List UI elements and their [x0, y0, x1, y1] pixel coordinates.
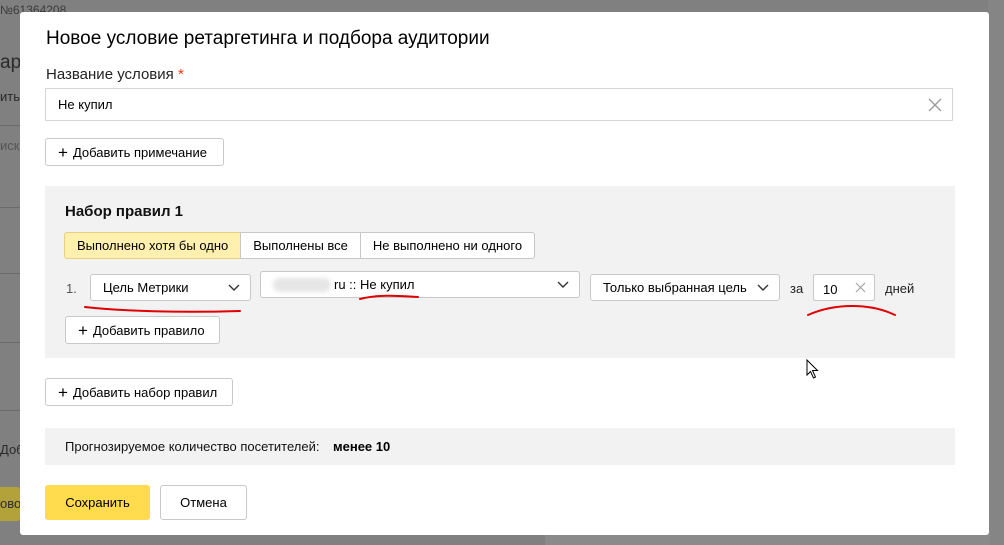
add-ruleset-button[interactable]: + Добавить набор правил [45, 378, 233, 406]
chevron-down-icon [557, 281, 569, 288]
goal-domain-suffix: ru :: [334, 277, 361, 292]
condition-name-label-text: Название условия [46, 66, 174, 83]
forecast-value: менее 10 [333, 439, 391, 454]
save-button[interactable]: Сохранить [45, 485, 150, 520]
forecast-label: Прогнозируемое количество посетителей: [65, 439, 320, 454]
audience-forecast: Прогнозируемое количество посетителей: м… [45, 428, 955, 465]
condition-name-input[interactable]: Не купил [45, 88, 953, 121]
add-ruleset-label: Добавить набор правил [72, 384, 218, 400]
add-note-button[interactable]: + Добавить примечание [45, 138, 224, 166]
chevron-down-icon [228, 284, 240, 291]
mode-tab-none[interactable]: Не выполнено ни одного [359, 232, 536, 259]
retargeting-condition-modal: Новое условие ретаргетинга и подбора ауд… [20, 12, 989, 535]
add-rule-label: Добавить правило [92, 322, 205, 338]
mouse-cursor-icon [806, 359, 819, 379]
goal-scope-value: Только выбранная цель [603, 280, 747, 295]
clear-icon[interactable] [855, 282, 866, 293]
clear-icon[interactable] [927, 97, 943, 113]
period-days-input[interactable]: 10 [813, 274, 875, 301]
rule-number: 1. [66, 281, 77, 296]
rule-type-select[interactable]: Цель Метрики [90, 274, 251, 301]
condition-name-label: Название условия * [46, 66, 184, 83]
plus-icon: + [58, 382, 68, 402]
add-note-label: Добавить примечание [72, 144, 207, 160]
cancel-button[interactable]: Отмена [160, 485, 247, 520]
background-right-strip [988, 0, 1004, 545]
plus-icon: + [58, 142, 68, 162]
background-search-fragment: иск [0, 138, 20, 153]
modal-title: Новое условие ретаргетинга и подбора ауд… [46, 28, 490, 49]
goal-select[interactable]: ru :: Не купил [260, 271, 580, 298]
rule-type-value: Цель Метрики [103, 280, 189, 295]
period-suffix: дней [885, 281, 915, 296]
required-mark: * [177, 66, 184, 83]
ruleset-title: Набор правил 1 [65, 203, 183, 220]
ruleset-mode-switch: Выполнено хотя бы одно Выполнены все Не … [64, 232, 536, 259]
period-prefix: за [790, 281, 804, 296]
background-divider [0, 207, 20, 208]
background-divider [0, 342, 20, 343]
background-divider [0, 125, 20, 126]
background-divider [0, 410, 20, 411]
background-text-fragment: ить [0, 89, 20, 104]
plus-icon: + [78, 320, 88, 340]
period-days-value: 10 [823, 282, 838, 297]
ruleset-panel: Набор правил 1 Выполнено хотя бы одно Вы… [45, 186, 955, 358]
background-heading-fragment: ар [0, 52, 22, 73]
chevron-down-icon [757, 284, 769, 291]
blurred-domain [273, 277, 331, 292]
add-rule-button[interactable]: + Добавить правило [65, 316, 220, 344]
goal-name: Не купил [360, 277, 415, 292]
background-divider [0, 273, 20, 274]
condition-name-value: Не купил [58, 97, 113, 112]
mode-tab-all[interactable]: Выполнены все [240, 232, 361, 259]
mode-tab-any[interactable]: Выполнено хотя бы одно [64, 232, 242, 259]
goal-scope-select[interactable]: Только выбранная цель [590, 274, 780, 301]
background-button-fragment: ово [0, 496, 22, 511]
